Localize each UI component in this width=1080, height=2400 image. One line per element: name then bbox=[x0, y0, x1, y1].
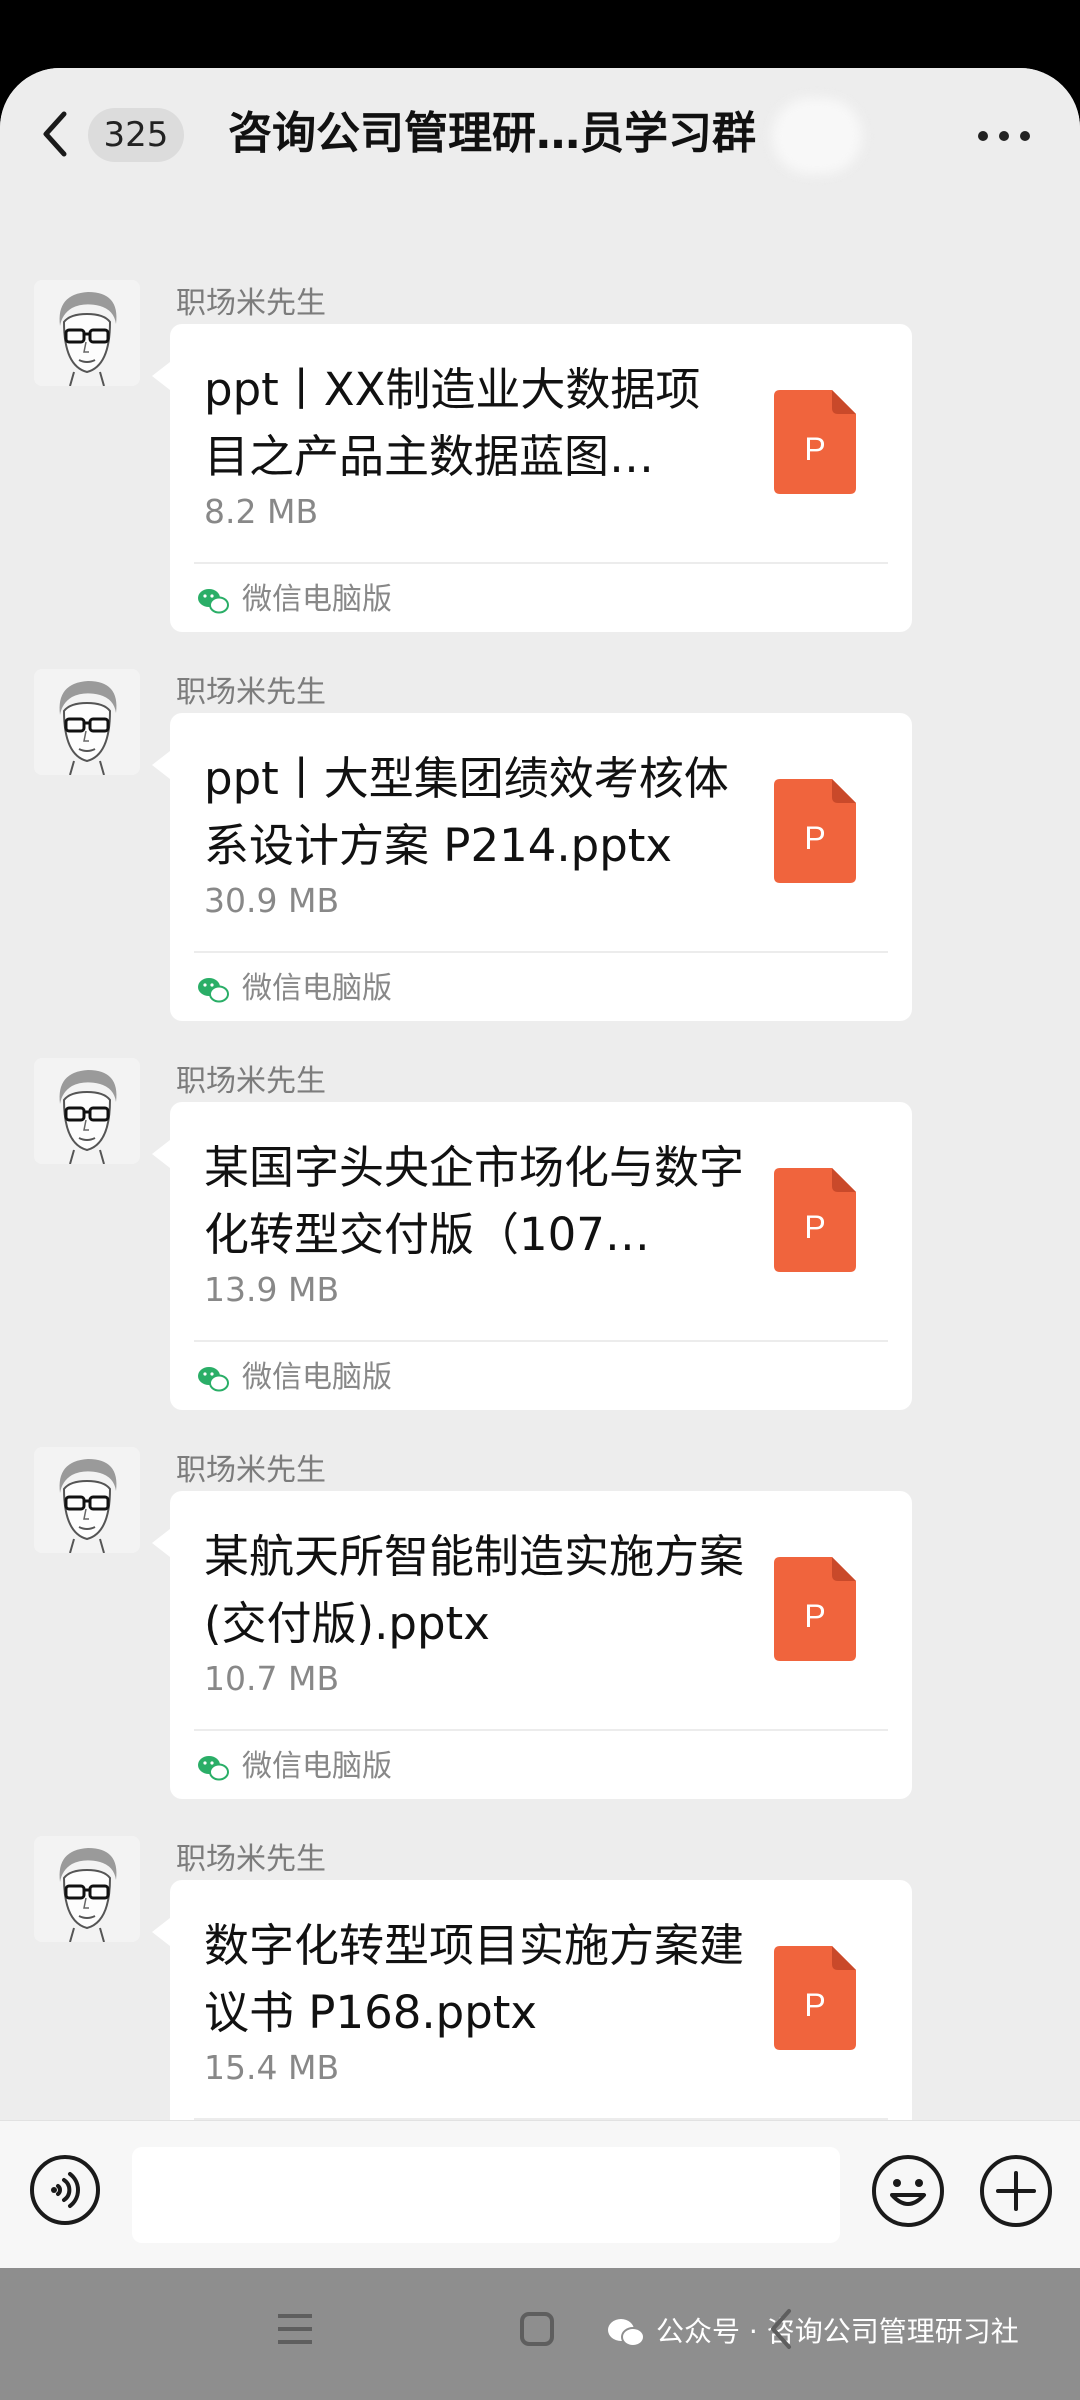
source-label: 微信电脑版 bbox=[242, 1749, 392, 1784]
message-item: 职场米先生 ppt丨大型集团绩效考核体系设计方案 P214.pptx 30.9 … bbox=[0, 663, 1080, 1043]
svg-text:P: P bbox=[804, 1598, 825, 1634]
file-size: 30.9 MB bbox=[204, 881, 340, 920]
sender-name: 职场米先生 bbox=[176, 1453, 326, 1488]
svg-text:P: P bbox=[804, 431, 825, 467]
back-button[interactable] bbox=[36, 106, 76, 162]
svg-text:P: P bbox=[804, 820, 825, 856]
source-label: 微信电脑版 bbox=[242, 971, 392, 1006]
svg-text:P: P bbox=[804, 1209, 825, 1245]
voice-button[interactable] bbox=[28, 2153, 102, 2227]
wechat-icon bbox=[198, 1367, 229, 1392]
avatar[interactable] bbox=[34, 280, 140, 386]
man-portrait-icon bbox=[34, 280, 140, 386]
file-message-card[interactable]: 某国字头央企市场化与数字化转型交付版（107… 13.9 MB P 微信电脑版 bbox=[170, 1102, 912, 1410]
source-label: 微信电脑版 bbox=[242, 1360, 392, 1395]
system-back-button[interactable] bbox=[770, 2308, 792, 2350]
file-name: ppt丨XX制造业大数据项目之产品主数据蓝图… bbox=[204, 363, 701, 483]
emoji-icon bbox=[872, 2155, 944, 2227]
file-message-card[interactable]: ppt丨XX制造业大数据项目之产品主数据蓝图… 8.2 MB P 微信电脑版 bbox=[170, 324, 912, 632]
phone-screen: 325 咨询公司管理研…员学习群 职场米先生 ppt丨XX制造业大数据项目之产品… bbox=[0, 0, 1080, 2400]
man-portrait-icon bbox=[34, 1836, 140, 1942]
message-item: 职场米先生 某航天所智能制造实施方案(交付版).pptx 10.7 MB P 微… bbox=[0, 1441, 1080, 1821]
menu-icon bbox=[278, 2314, 312, 2344]
input-bar bbox=[0, 2120, 1080, 2268]
sender-name: 职场米先生 bbox=[176, 286, 326, 321]
powerpoint-file-icon: P bbox=[774, 1168, 856, 1272]
wechat-icon bbox=[198, 978, 229, 1003]
powerpoint-file-icon: P bbox=[774, 779, 856, 883]
wechat-icon bbox=[608, 2319, 645, 2347]
message-input[interactable] bbox=[132, 2147, 840, 2243]
avatar[interactable] bbox=[34, 669, 140, 775]
watermark-text: 公众号 · 咨询公司管理研习社 bbox=[656, 2315, 1019, 2348]
file-size: 10.7 MB bbox=[204, 1659, 340, 1698]
divider bbox=[194, 562, 888, 564]
bubble-tail bbox=[152, 1529, 170, 1557]
bubble-tail bbox=[152, 362, 170, 390]
chat-header: 325 咨询公司管理研…员学习群 bbox=[0, 68, 1080, 200]
more-options-button[interactable] bbox=[978, 128, 1030, 144]
powerpoint-file-icon: P bbox=[774, 390, 856, 494]
man-portrait-icon bbox=[34, 669, 140, 775]
voice-icon bbox=[30, 2155, 100, 2225]
recent-apps-button[interactable] bbox=[276, 2312, 314, 2346]
bubble-tail bbox=[152, 751, 170, 779]
file-name: 某航天所智能制造实施方案(交付版).pptx bbox=[204, 1530, 744, 1650]
man-portrait-icon bbox=[34, 1058, 140, 1164]
file-size: 13.9 MB bbox=[204, 1270, 340, 1309]
file-name: 某国字头央企市场化与数字化转型交付版（107… bbox=[204, 1141, 744, 1261]
divider bbox=[194, 1340, 888, 1342]
more-functions-button[interactable] bbox=[978, 2153, 1054, 2229]
wechat-icon bbox=[198, 589, 229, 614]
more-dots-icon bbox=[978, 131, 988, 141]
file-message-card[interactable]: ppt丨大型集团绩效考核体系设计方案 P214.pptx 30.9 MB P 微… bbox=[170, 713, 912, 1021]
divider bbox=[194, 951, 888, 953]
divider bbox=[194, 1729, 888, 1731]
bubble-tail bbox=[152, 1140, 170, 1168]
square-icon bbox=[520, 2312, 554, 2346]
sender-name: 职场米先生 bbox=[176, 1064, 326, 1099]
emoji-button[interactable] bbox=[870, 2153, 946, 2229]
avatar[interactable] bbox=[34, 1058, 140, 1164]
unread-count-badge[interactable]: 325 bbox=[88, 108, 184, 162]
sender-name: 职场米先生 bbox=[176, 1842, 326, 1877]
svg-text:P: P bbox=[804, 1987, 825, 2023]
message-item: 职场米先生 某国字头央企市场化与数字化转型交付版（107… 13.9 MB P … bbox=[0, 1052, 1080, 1432]
man-portrait-icon bbox=[34, 1447, 140, 1553]
powerpoint-file-icon: P bbox=[774, 1946, 856, 2050]
watermark: 公众号 · 咨询公司管理研习社 bbox=[606, 2310, 1019, 2354]
chat-window: 325 咨询公司管理研…员学习群 职场米先生 ppt丨XX制造业大数据项目之产品… bbox=[0, 68, 1080, 2268]
message-item: 职场米先生 ppt丨XX制造业大数据项目之产品主数据蓝图… 8.2 MB P 微… bbox=[0, 274, 1080, 654]
file-name: 数字化转型项目实施方案建议书 P168.pptx bbox=[204, 1919, 744, 2039]
system-nav-bar: 公众号 · 咨询公司管理研习社 bbox=[0, 2268, 1080, 2400]
home-button[interactable] bbox=[520, 2312, 554, 2346]
bubble-tail bbox=[152, 1918, 170, 1946]
file-message-card[interactable]: 某航天所智能制造实施方案(交付版).pptx 10.7 MB P 微信电脑版 bbox=[170, 1491, 912, 1799]
source-label: 微信电脑版 bbox=[242, 582, 392, 617]
powerpoint-file-icon: P bbox=[774, 1557, 856, 1661]
avatar[interactable] bbox=[34, 1447, 140, 1553]
file-size: 15.4 MB bbox=[204, 2048, 340, 2087]
plus-circle-icon bbox=[980, 2155, 1052, 2227]
chevron-left-icon bbox=[771, 2309, 791, 2349]
file-name: ppt丨大型集团绩效考核体系设计方案 P214.pptx bbox=[204, 752, 729, 872]
redaction-smudge bbox=[772, 98, 862, 174]
message-list[interactable]: 职场米先生 ppt丨XX制造业大数据项目之产品主数据蓝图… 8.2 MB P 微… bbox=[0, 200, 1080, 2184]
file-size: 8.2 MB bbox=[204, 492, 319, 531]
avatar[interactable] bbox=[34, 1836, 140, 1942]
sender-name: 职场米先生 bbox=[176, 675, 326, 710]
chevron-left-icon bbox=[43, 111, 67, 157]
wechat-icon bbox=[198, 1756, 229, 1781]
